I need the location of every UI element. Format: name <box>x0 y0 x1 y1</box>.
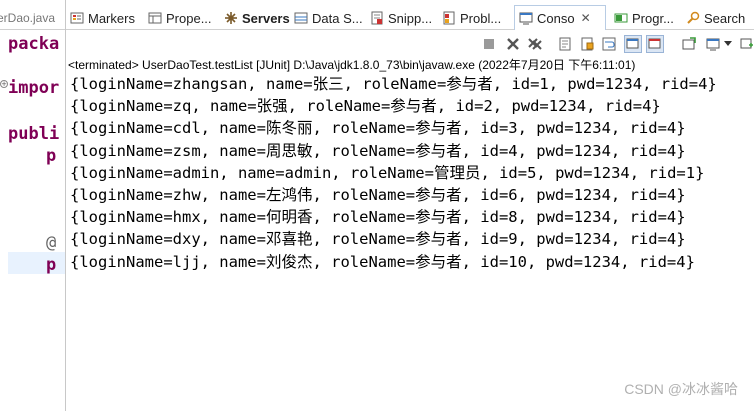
current-line-highlight <box>8 252 65 274</box>
tab-progress-label: Progr... <box>632 10 674 26</box>
tab-console[interactable]: Conso ✕ <box>514 5 606 30</box>
search-icon <box>686 11 700 25</box>
problems-icon <box>442 11 456 25</box>
tab-progress[interactable]: Progr... <box>614 6 674 30</box>
tab-console-label: Conso <box>537 10 575 26</box>
code-line-import: impor <box>8 78 60 98</box>
tab-servers[interactable]: Servers <box>224 6 290 30</box>
tab-data-source-label: Data S... <box>312 10 363 26</box>
word-wrap-icon[interactable] <box>600 35 618 53</box>
properties-icon <box>148 11 162 25</box>
tab-servers-label: Servers <box>242 10 290 26</box>
clear-console-icon[interactable] <box>556 35 574 53</box>
tab-search-label: Search <box>704 10 746 26</box>
code-line-package: packa <box>8 34 60 54</box>
console-toolbar <box>66 31 754 56</box>
tab-markers-label: Markers <box>88 10 135 26</box>
console-line: {loginName=zhw, name=左鸿伟, roleName=参与者, … <box>70 186 686 205</box>
open-console-icon[interactable] <box>740 35 754 53</box>
scroll-lock-icon[interactable] <box>578 35 596 53</box>
tab-data-source[interactable]: Data S... <box>294 6 363 30</box>
remove-all-terminated-icon[interactable] <box>526 35 544 53</box>
console-line: {loginName=zsm, name=周思敏, roleName=参与者, … <box>70 141 686 160</box>
snippets-icon <box>370 11 384 25</box>
tab-properties[interactable]: Prope... <box>148 6 212 30</box>
show-on-stdout-icon[interactable] <box>624 35 642 53</box>
code-line-member: p <box>46 146 57 166</box>
console-line: {loginName=cdl, name=陈冬丽, roleName=参与者, … <box>70 119 686 138</box>
data-source-icon <box>294 11 308 25</box>
tab-search[interactable]: Search <box>686 6 745 30</box>
chevron-down-icon[interactable] <box>722 35 734 53</box>
tab-properties-label: Prope... <box>166 10 212 26</box>
servers-icon <box>224 11 238 25</box>
pin-console-icon[interactable] <box>680 35 698 53</box>
tab-problems-label: Probl... <box>460 10 502 26</box>
terminate-icon[interactable] <box>480 35 498 53</box>
console-line: {loginName=zq, name=张强, roleName=参与者, id… <box>70 97 661 116</box>
tab-markers[interactable]: Markers <box>70 6 135 30</box>
fold-expand-icon[interactable]: + <box>0 80 8 88</box>
tab-snippets-label: Snipp... <box>388 10 433 26</box>
tab-problems[interactable]: Probl... <box>442 6 501 30</box>
console-icon <box>519 11 533 25</box>
watermark: CSDN @冰冰酱哈 <box>624 381 738 397</box>
console-line: {loginName=admin, name=admin, roleName=管… <box>70 163 705 182</box>
view-tab-bar: Markers Prope... Servers Data S... Snipp… <box>66 5 754 30</box>
progress-icon <box>614 11 628 25</box>
code-line-annotation: @ <box>46 233 57 253</box>
code-editor[interactable]: erDao.java packa + impor publi p @ p <box>0 0 66 411</box>
console-line: {loginName=ljj, name=刘俊杰, roleName=参与者, … <box>70 252 695 271</box>
console-line: {loginName=hmx, name=何明香, roleName=参与者, … <box>70 208 686 227</box>
markers-icon <box>70 11 84 25</box>
close-icon[interactable]: ✕ <box>581 11 591 25</box>
code-line-method: p <box>46 255 57 275</box>
editor-tab[interactable]: erDao.java <box>0 6 65 30</box>
display-console-icon[interactable] <box>704 35 722 53</box>
editor-tab-label: erDao.java <box>0 11 56 25</box>
remove-launch-icon[interactable] <box>504 35 522 53</box>
tab-snippets[interactable]: Snipp... <box>370 6 432 30</box>
console-line: {loginName=zhangsan, name=张三, roleName=参… <box>70 75 717 93</box>
console-output[interactable]: {loginName=zhangsan, name=张三, roleName=参… <box>70 73 717 273</box>
show-on-stderr-icon[interactable] <box>646 35 664 53</box>
code-line-public: publi <box>8 124 60 144</box>
console-line: {loginName=dxy, name=邓喜艳, roleName=参与者, … <box>70 230 686 249</box>
console-process-header: <terminated> UserDaoTest.testList [JUnit… <box>68 58 636 72</box>
